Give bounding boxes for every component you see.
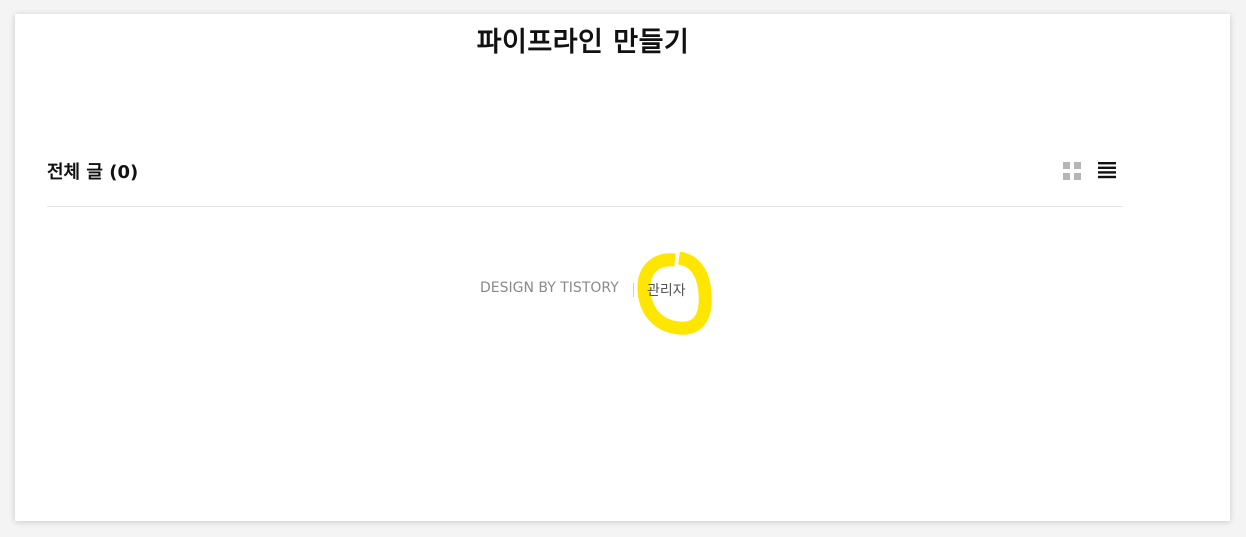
- blog-page: 파이프라인 만들기 전체 글 (0) DESIGN BY TISTORY 관리자: [15, 14, 1230, 521]
- grid-icon: [1063, 162, 1081, 180]
- design-credit-link[interactable]: DESIGN BY TISTORY: [480, 280, 619, 296]
- grid-view-button[interactable]: [1061, 160, 1083, 182]
- list-view-button[interactable]: [1096, 160, 1118, 182]
- admin-link[interactable]: 관리자: [647, 280, 686, 300]
- footer-divider: [633, 283, 634, 297]
- page-footer: DESIGN BY TISTORY 관리자: [15, 280, 1230, 300]
- post-list-heading: 전체 글 (0): [47, 162, 139, 183]
- blog-title[interactable]: 파이프라인 만들기: [15, 20, 1151, 59]
- post-list-header: 전체 글 (0): [47, 158, 1123, 207]
- list-icon: [1098, 162, 1116, 179]
